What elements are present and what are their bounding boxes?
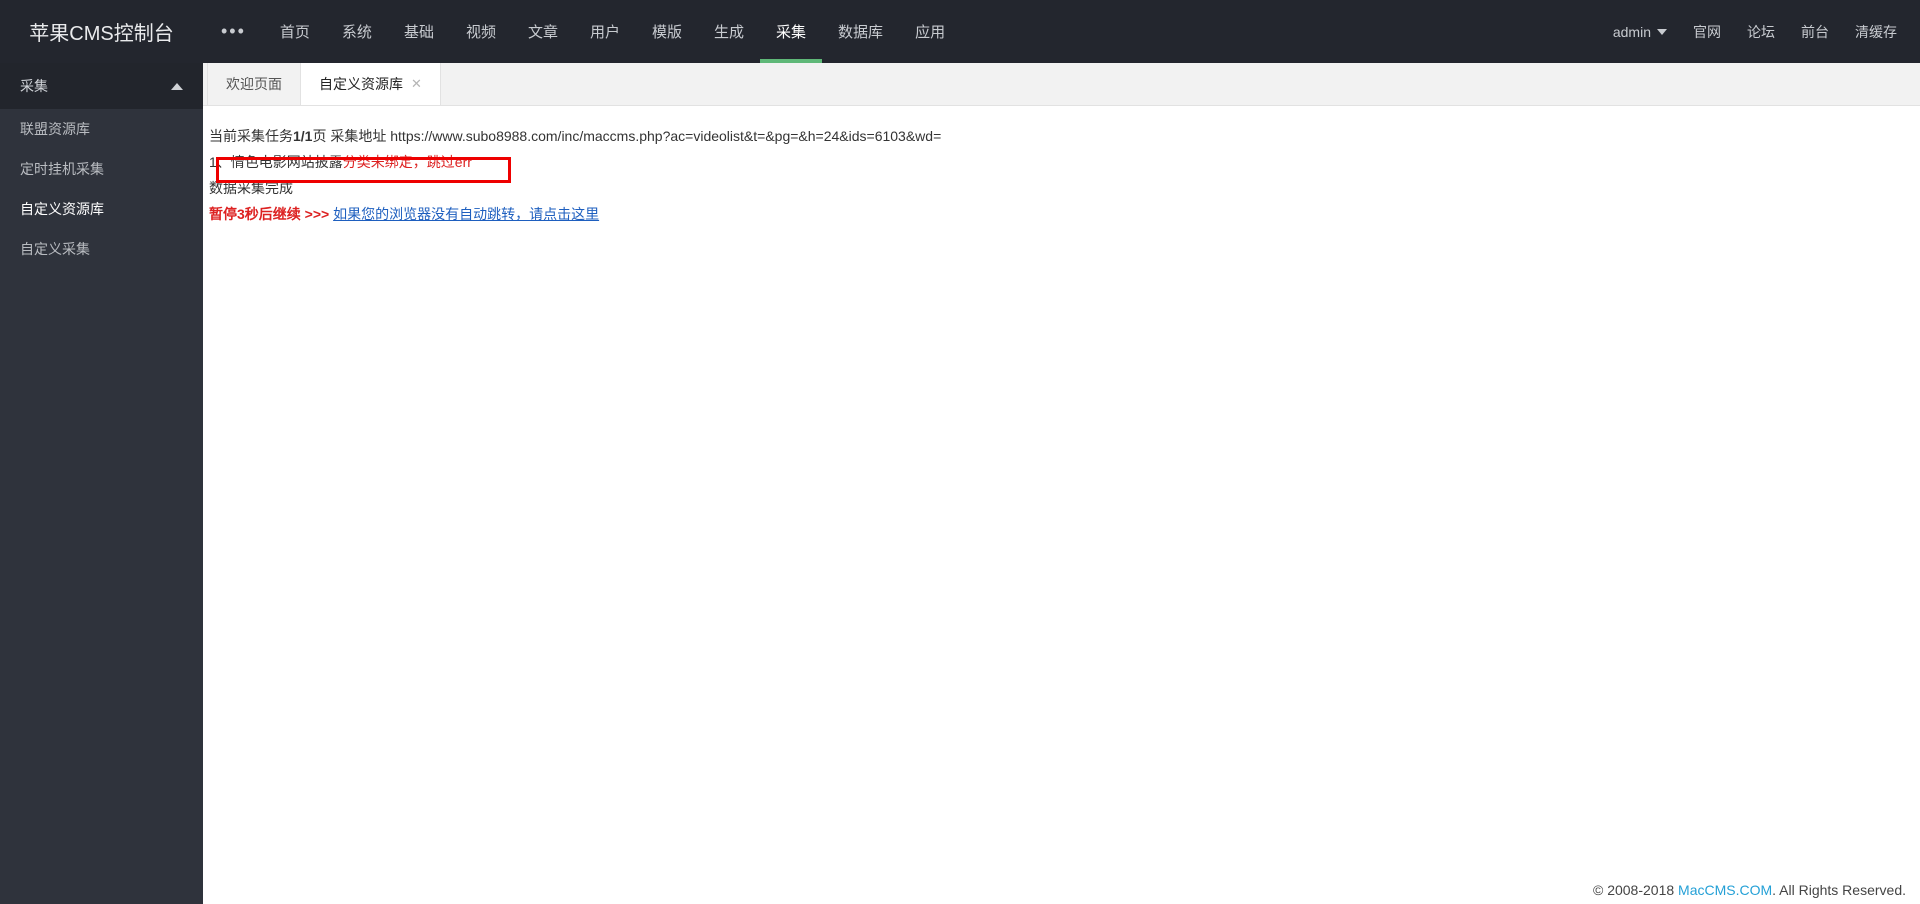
link-official[interactable]: 官网	[1680, 0, 1734, 63]
nav-home[interactable]: 首页	[264, 0, 326, 63]
task-line-1: 1、情色电影网站披露分类未绑定，跳过err	[209, 152, 1914, 172]
task-suffix: 页 采集地址	[312, 128, 390, 144]
task-url: https://www.subo8988.com/inc/maccms.php?…	[390, 128, 941, 144]
footer-link[interactable]: MacCMS.COM	[1678, 882, 1772, 898]
task-done: 数据采集完成	[209, 178, 1914, 198]
nav-template[interactable]: 模版	[636, 0, 698, 63]
top-nav: ••• 首页 系统 基础 视频 文章 用户 模版 生成 采集 数据库 应用	[203, 0, 961, 63]
chevron-down-icon	[1657, 29, 1667, 35]
link-front[interactable]: 前台	[1788, 0, 1842, 63]
tabs: 欢迎页面 自定义资源库 ✕	[203, 63, 1920, 106]
admin-menu[interactable]: admin	[1600, 0, 1680, 63]
sidebar-item-cron[interactable]: 定时挂机采集	[0, 149, 203, 189]
main: 欢迎页面 自定义资源库 ✕ 当前采集任务1/1页 采集地址 https://ww…	[203, 63, 1920, 904]
nav-system[interactable]: 系统	[326, 0, 388, 63]
nav-video[interactable]: 视频	[450, 0, 512, 63]
pause-c: 秒后继续 >>>	[245, 206, 333, 222]
topbar: 苹果CMS控制台 ••• 首页 系统 基础 视频 文章 用户 模版 生成 采集 …	[0, 0, 1920, 63]
task-prefix: 当前采集任务	[209, 128, 293, 144]
content: 当前采集任务1/1页 采集地址 https://www.subo8988.com…	[203, 106, 1920, 904]
tab-label: 自定义资源库	[319, 74, 403, 94]
tab-label: 欢迎页面	[226, 74, 282, 94]
chevron-up-icon	[171, 83, 183, 90]
nav-basic[interactable]: 基础	[388, 0, 450, 63]
sidebar-head-label: 采集	[20, 76, 48, 96]
footer-c: . All Rights Reserved.	[1772, 882, 1906, 898]
nav-collect[interactable]: 采集	[760, 0, 822, 63]
nav-generate[interactable]: 生成	[698, 0, 760, 63]
sidebar-item-union[interactable]: 联盟资源库	[0, 109, 203, 149]
pause-link[interactable]: 如果您的浏览器没有自动跳转，请点击这里	[333, 206, 599, 222]
sidebar: 采集 联盟资源库 定时挂机采集 自定义资源库 自定义采集	[0, 63, 203, 904]
nav-user[interactable]: 用户	[574, 0, 636, 63]
pause-b: 3	[237, 206, 245, 222]
tab-welcome[interactable]: 欢迎页面	[207, 63, 301, 105]
nav-article[interactable]: 文章	[512, 0, 574, 63]
nav-more[interactable]: •••	[203, 0, 264, 63]
link-clear-cache[interactable]: 清缓存	[1842, 0, 1910, 63]
footer-a: © 2008-2018	[1593, 882, 1678, 898]
line1-a: 1、情色电影网站披露	[209, 154, 343, 170]
admin-label: admin	[1613, 24, 1651, 40]
pause-a: 暂停	[209, 206, 237, 222]
top-right: admin 官网 论坛 前台 清缓存	[1600, 0, 1920, 63]
tab-custom-repo[interactable]: 自定义资源库 ✕	[301, 63, 441, 105]
footer: © 2008-2018 MacCMS.COM. All Rights Reser…	[1593, 882, 1906, 898]
link-forum[interactable]: 论坛	[1734, 0, 1788, 63]
brand-title: 苹果CMS控制台	[0, 17, 203, 46]
nav-app[interactable]: 应用	[899, 0, 961, 63]
task-status: 当前采集任务1/1页 采集地址 https://www.subo8988.com…	[209, 126, 1914, 146]
sidebar-head[interactable]: 采集	[0, 63, 203, 109]
task-page: 1/1	[293, 128, 312, 144]
close-icon[interactable]: ✕	[411, 76, 422, 92]
line1-b: 分类未绑定，跳过err	[343, 154, 472, 170]
sidebar-item-custom-repo[interactable]: 自定义资源库	[0, 189, 203, 229]
sidebar-item-custom-collect[interactable]: 自定义采集	[0, 229, 203, 269]
nav-database[interactable]: 数据库	[822, 0, 899, 63]
pause-line: 暂停3秒后继续 >>> 如果您的浏览器没有自动跳转，请点击这里	[209, 204, 1914, 224]
